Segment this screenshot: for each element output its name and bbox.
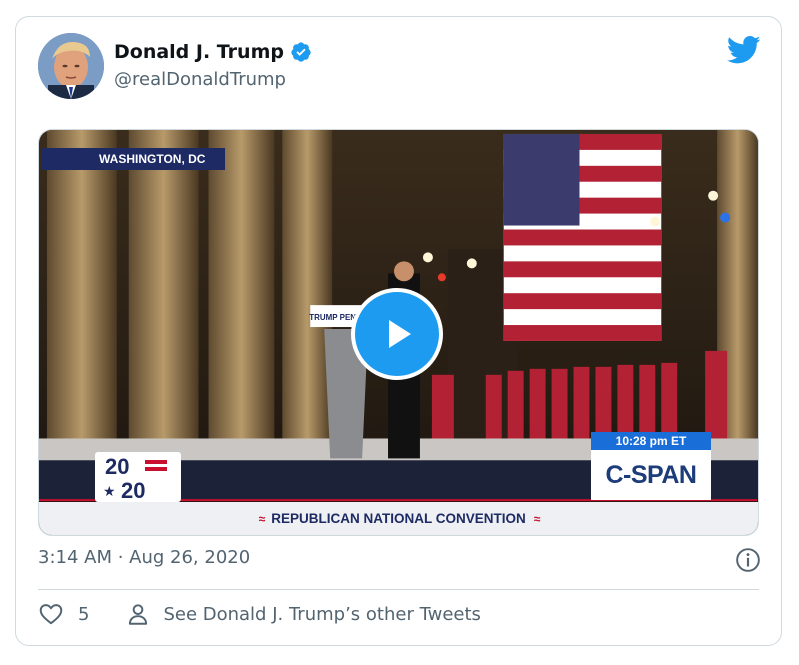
avatar-photo xyxy=(38,33,104,99)
divider xyxy=(38,589,759,590)
see-other-tweets-link[interactable]: See Donald J. Trump’s other Tweets xyxy=(125,601,481,627)
info-icon[interactable] xyxy=(735,547,761,573)
tweet-card: Donald J. Trump @realDonaldTrump TRUMP P… xyxy=(15,16,782,646)
play-button[interactable] xyxy=(351,288,443,380)
play-icon xyxy=(389,320,411,348)
cspan-logo: C-SPAN xyxy=(591,450,711,500)
stripes-icon: ≈ xyxy=(258,512,265,526)
verified-badge-icon xyxy=(291,42,311,62)
tweet-actions: 5 See Donald J. Trump’s other Tweets xyxy=(38,601,481,627)
person-icon xyxy=(129,604,148,625)
ticker-text: REPUBLICAN NATIONAL CONVENTION xyxy=(271,511,526,526)
badge-top-text: 20 xyxy=(105,454,129,479)
rnc-2020-logo: 20 ★ 20 xyxy=(103,454,167,503)
author-display-name[interactable]: Donald J. Trump xyxy=(114,41,284,63)
heart-icon xyxy=(39,604,63,625)
badge-bottom-text: 20 xyxy=(121,478,145,502)
lower-third-ticker: ≈ REPUBLICAN NATIONAL CONVENTION ≈ xyxy=(39,502,758,535)
author-handle[interactable]: @realDonaldTrump xyxy=(114,69,286,90)
network-time: 10:28 pm ET xyxy=(591,432,711,450)
see-other-tweets-label: See Donald J. Trump’s other Tweets xyxy=(163,603,481,625)
tweet-timestamp[interactable]: 3:14 AM · Aug 26, 2020 xyxy=(38,547,250,568)
stripes-icon: ≈ xyxy=(533,512,540,526)
twitter-bird-icon[interactable] xyxy=(727,35,761,65)
video-player[interactable]: TRUMP PENCE WASHINGTON, DC 20 ★ 20 10:28… xyxy=(38,129,759,536)
svg-text:★: ★ xyxy=(103,484,116,500)
like-count: 5 xyxy=(78,603,90,625)
avatar[interactable] xyxy=(38,33,104,99)
author-name-row: Donald J. Trump xyxy=(114,41,312,63)
like-button[interactable]: 5 xyxy=(38,601,89,627)
rnc-2020-badge: 20 ★ 20 xyxy=(95,452,181,503)
location-banner: WASHINGTON, DC xyxy=(41,148,225,170)
